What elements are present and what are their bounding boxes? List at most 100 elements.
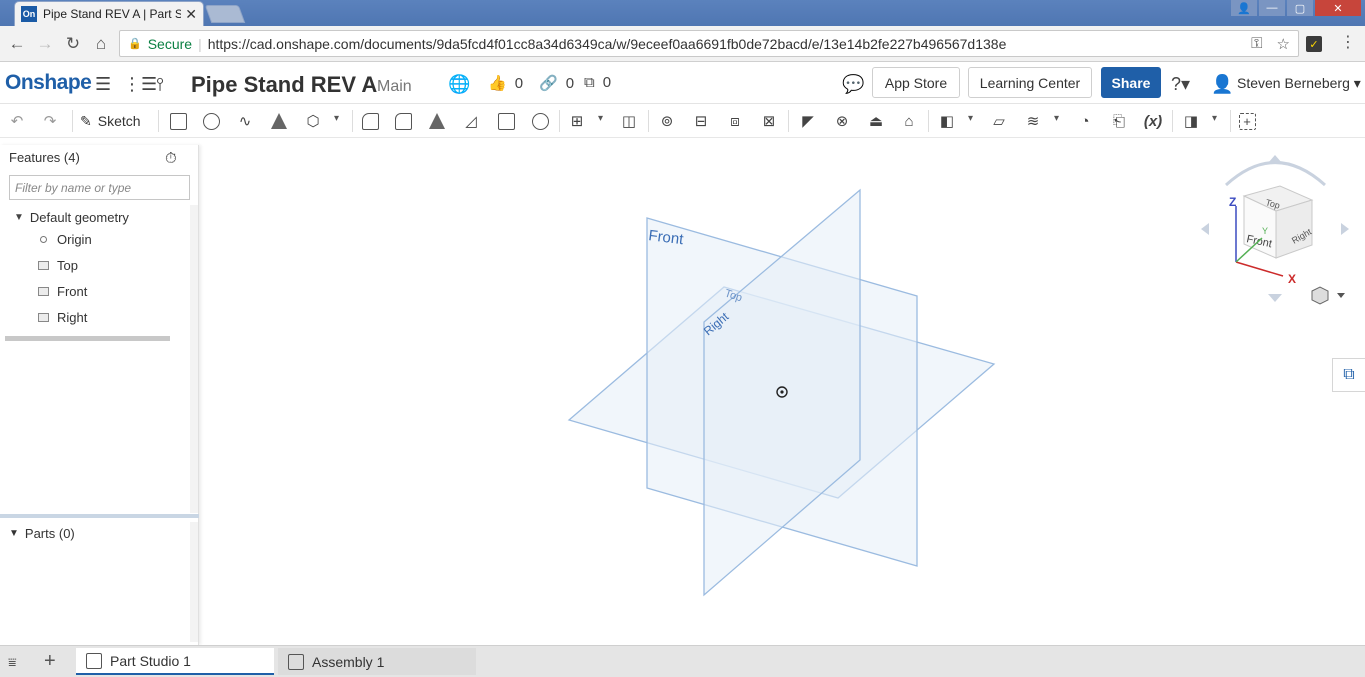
delete-face-icon[interactable]: ⊗ <box>831 110 853 132</box>
vertical-scrollbar[interactable] <box>190 205 198 513</box>
revolve-icon[interactable] <box>200 110 222 132</box>
sheet-metal-icon[interactable]: ⎗ <box>1108 110 1130 132</box>
onshape-favicon-icon: On <box>21 6 37 22</box>
fillet-icon[interactable] <box>359 110 381 132</box>
feature-filter-input[interactable] <box>9 175 190 200</box>
window-close-button[interactable]: ✕ <box>1315 0 1361 16</box>
mate-connector-icon[interactable]: ◔ <box>1074 110 1096 132</box>
window-minimize-button[interactable]: — <box>1259 0 1285 16</box>
url-input[interactable]: 🔒 Secure | https://cad.onshape.com/docum… <box>119 30 1299 57</box>
hole-icon[interactable] <box>529 110 551 132</box>
link-counter[interactable]: 🔗 0 <box>539 74 574 93</box>
chevron-down-icon[interactable]: ▼ <box>14 212 24 223</box>
globe-icon[interactable]: 🌐 <box>448 74 470 95</box>
window-maximize-button[interactable]: ▢ <box>1287 0 1313 16</box>
add-tab-icon[interactable]: + <box>44 650 56 673</box>
browser-tab-strip: On Pipe Stand REV A | Part S ✕ 👤 — ▢ ✕ <box>0 0 1365 26</box>
chevron-down-icon[interactable]: ▾ <box>598 113 603 124</box>
pattern-icon[interactable]: ⊞ <box>566 110 588 132</box>
stopwatch-icon[interactable]: ⏱ <box>165 150 177 167</box>
toolbar-divider <box>788 110 789 132</box>
help-icon[interactable]: ?▾ <box>1171 74 1190 95</box>
horizontal-scrollbar[interactable] <box>5 336 170 341</box>
boolean-icon[interactable]: ⊚ <box>656 110 678 132</box>
insert-icon[interactable]: ⫯ <box>156 74 164 95</box>
onshape-logo[interactable]: Onshape <box>5 71 92 95</box>
app-header: Onshape ☰ ⋮☰ ⫯ Pipe Stand REV A Main 🌐 👍… <box>0 62 1365 104</box>
draft-icon[interactable] <box>426 110 448 132</box>
home-icon[interactable]: ⌂ <box>87 30 115 58</box>
link-icon: 🔗 <box>539 75 558 92</box>
add-custom-feature-icon[interactable]: + <box>1236 110 1258 132</box>
version-graph-icon[interactable]: ⋮☰ <box>123 74 157 95</box>
chevron-down-icon[interactable]: ▾ <box>1054 113 1059 124</box>
view-options-icon[interactable] <box>1311 286 1345 305</box>
close-tab-icon[interactable]: ✕ <box>185 6 197 23</box>
thicken-icon[interactable]: ⬡ <box>302 110 324 132</box>
window-user-icon[interactable]: 👤 <box>1231 0 1257 16</box>
feature-item-top[interactable]: Top <box>38 258 78 273</box>
appearance-panel-icon[interactable]: ⧉ <box>1332 358 1365 392</box>
sweep-icon[interactable]: ∿ <box>234 110 256 132</box>
replace-face-icon[interactable]: ⌂ <box>898 110 920 132</box>
loft-icon[interactable] <box>268 110 290 132</box>
split-icon[interactable]: ⊟ <box>690 110 712 132</box>
shell-icon[interactable] <box>495 110 517 132</box>
like-counter[interactable]: 👍 0 <box>488 74 523 93</box>
chevron-down-icon[interactable]: ▾ <box>334 113 339 124</box>
key-icon[interactable]: ⚿ <box>1251 35 1262 53</box>
share-button[interactable]: Share <box>1101 67 1161 98</box>
feature-item-right[interactable]: Right <box>38 310 87 325</box>
mirror-icon[interactable]: ◫ <box>618 110 640 132</box>
feature-item-front[interactable]: Front <box>38 284 87 299</box>
sketch-button[interactable]: ✎ Sketch <box>80 110 141 132</box>
chevron-down-icon[interactable]: ▾ <box>1212 113 1217 124</box>
browser-menu-icon[interactable]: ⋮ <box>1340 32 1356 52</box>
chevron-down-icon[interactable]: ▾ <box>968 113 973 124</box>
modify-fillet-icon[interactable]: ◤ <box>797 110 819 132</box>
default-planes-svg[interactable]: Front Top Right <box>200 138 1365 645</box>
browser-tab[interactable]: On Pipe Stand REV A | Part S ✕ <box>14 1 204 26</box>
feature-item-origin[interactable]: Origin <box>38 232 92 247</box>
redo-icon[interactable]: ↷ <box>39 110 61 132</box>
branch-label[interactable]: Main <box>377 78 412 96</box>
chamfer-icon[interactable] <box>392 110 414 132</box>
view-cube[interactable]: Top Front Right Z X Y <box>1200 150 1350 310</box>
tab-filter-icon[interactable]: ⩸ <box>8 654 17 671</box>
tab-part-studio-1[interactable]: Part Studio 1 <box>76 648 274 675</box>
back-arrow-icon[interactable]: ← <box>3 30 31 58</box>
extension-icon[interactable]: ✓ <box>1306 36 1322 52</box>
document-title[interactable]: Pipe Stand REV A <box>191 72 377 98</box>
chevron-down-icon[interactable]: ▼ <box>9 528 19 539</box>
custom-features-icon[interactable]: ◨ <box>1180 110 1202 132</box>
bookmark-star-icon[interactable]: ☆ <box>1277 35 1290 53</box>
new-tab-button[interactable] <box>204 5 246 23</box>
move-face-icon[interactable]: ⏏ <box>865 110 887 132</box>
delete-part-icon[interactable]: ⊠ <box>758 110 780 132</box>
surface-icon[interactable]: ▱ <box>988 110 1010 132</box>
variable-icon[interactable]: (x) <box>1142 110 1164 132</box>
user-avatar-icon[interactable]: 👤 <box>1211 74 1233 95</box>
default-geometry-group[interactable]: ▼ Default geometry <box>14 210 129 225</box>
hamburger-menu-icon[interactable]: ☰ <box>95 74 111 95</box>
undo-icon[interactable]: ↶ <box>6 110 28 132</box>
helix-icon[interactable]: ≋ <box>1022 110 1044 132</box>
forward-arrow-icon[interactable]: → <box>31 30 59 58</box>
reload-icon[interactable]: ↻ <box>59 30 87 58</box>
panel-resize-handle[interactable] <box>0 514 199 518</box>
app-store-button[interactable]: App Store <box>872 67 960 98</box>
pencil-icon: ✎ <box>80 112 92 129</box>
rib-icon[interactable]: ◿ <box>460 110 482 132</box>
comment-icon[interactable]: 💬 <box>842 74 864 95</box>
learning-center-button[interactable]: Learning Center <box>968 67 1092 98</box>
plane-icon[interactable]: ◧ <box>936 110 958 132</box>
copy-counter[interactable]: ⧉ 0 <box>584 74 611 91</box>
transform-icon[interactable]: ⧈ <box>724 110 746 132</box>
parts-list-header[interactable]: ▼ Parts (0) <box>9 526 75 541</box>
rotate-right-icon <box>1341 223 1349 235</box>
extrude-icon[interactable] <box>167 110 189 132</box>
vertical-scrollbar[interactable] <box>190 522 198 642</box>
tab-assembly-1[interactable]: Assembly 1 <box>278 648 476 675</box>
user-name-menu[interactable]: Steven Berneberg ▾ <box>1237 75 1361 92</box>
graphics-viewport[interactable]: Front Top Right <box>200 138 1365 645</box>
